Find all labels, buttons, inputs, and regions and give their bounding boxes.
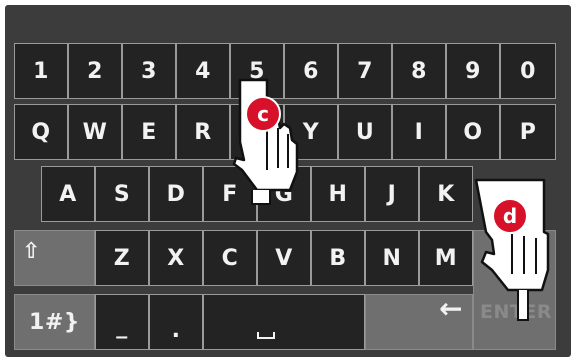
key-p[interactable]: P: [500, 104, 556, 160]
key-1[interactable]: 1: [14, 43, 68, 99]
key-x[interactable]: X: [149, 230, 203, 286]
space-key[interactable]: [203, 294, 365, 350]
key-b[interactable]: B: [311, 230, 365, 286]
key-9[interactable]: 9: [446, 43, 500, 99]
key-8[interactable]: 8: [392, 43, 446, 99]
key-o[interactable]: O: [446, 104, 500, 160]
shift-key[interactable]: ⇧: [14, 230, 95, 286]
key-z[interactable]: Z: [95, 230, 149, 286]
key-2[interactable]: 2: [68, 43, 122, 99]
key-w[interactable]: W: [68, 104, 122, 160]
symbols-key[interactable]: 1#}: [14, 294, 95, 350]
key-e[interactable]: E: [122, 104, 176, 160]
key-7[interactable]: 7: [338, 43, 392, 99]
pointer-d-hand-icon: d: [462, 174, 552, 324]
key-d[interactable]: D: [149, 166, 203, 222]
key-h[interactable]: H: [311, 166, 365, 222]
space-bracket-icon: [257, 332, 275, 339]
underscore-key[interactable]: _: [95, 294, 149, 350]
key-3[interactable]: 3: [122, 43, 176, 99]
key-q[interactable]: Q: [14, 104, 68, 160]
key-u[interactable]: U: [338, 104, 392, 160]
period-key[interactable]: .: [149, 294, 203, 350]
key-a[interactable]: A: [41, 166, 95, 222]
key-v[interactable]: V: [257, 230, 311, 286]
pointer-d-label: d: [503, 204, 517, 228]
pointer-c-hand-icon: c: [222, 72, 302, 212]
backspace-key[interactable]: ←: [365, 294, 473, 350]
key-s[interactable]: S: [95, 166, 149, 222]
period-label: .: [171, 318, 181, 343]
key-n[interactable]: N: [365, 230, 419, 286]
pointer-c-label: c: [257, 102, 269, 126]
backspace-arrow-icon: ←: [439, 292, 463, 325]
underscore-label: _: [116, 314, 128, 339]
shift-arrow-icon: ⇧: [22, 239, 41, 264]
key-c[interactable]: C: [203, 230, 257, 286]
key-0[interactable]: 0: [500, 43, 556, 99]
key-j[interactable]: J: [365, 166, 419, 222]
key-i[interactable]: I: [392, 104, 446, 160]
